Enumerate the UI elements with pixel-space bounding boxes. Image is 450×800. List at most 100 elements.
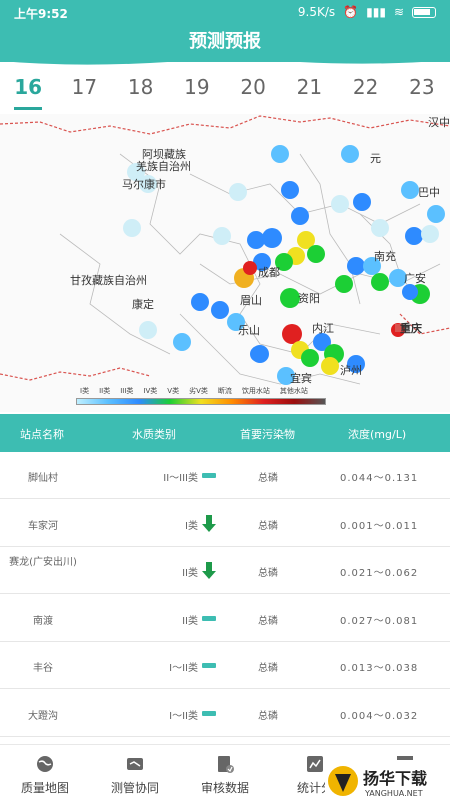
legend-color-bar (76, 398, 326, 405)
legend-label: II类 (99, 387, 111, 395)
map-label-meishan: 眉山 (240, 294, 262, 307)
legend-label: 饮用水站 (241, 387, 270, 395)
map-legend: I类 II类 III类 IV类 V类 劣V类 断流 饮用水站 其他水站 (76, 386, 376, 412)
station-name: 车家河 (28, 520, 58, 532)
map-label-maerkang: 马尔康市 (122, 178, 166, 191)
legend-label: 劣V类 (189, 387, 208, 395)
date-tab[interactable]: 21 (281, 66, 337, 114)
map-label-guangan: 广安 (404, 272, 426, 285)
table-row[interactable]: 大蹬沟 I～II类 总磷 0.004～0.032 (0, 690, 450, 737)
water-grade: I类 (185, 520, 198, 532)
concentration: 0.021～0.062 (340, 568, 419, 579)
concentration: 0.004～0.032 (340, 710, 419, 722)
primary-pollutant: 总磷 (258, 473, 278, 484)
date-tab[interactable]: 17 (56, 66, 112, 114)
primary-pollutant: 总磷 (258, 710, 278, 722)
signal-icon: ▮▮▮ (366, 5, 386, 19)
forecast-map[interactable]: 阿坝藏族 羌族自治州 马尔康市 甘孜藏族自治州 康定 成都 眉山 乐山 资阳 内… (0, 114, 450, 412)
table-row[interactable]: 南渡 II类 总磷 0.027～0.081 (0, 595, 450, 642)
map-label-kangding: 康定 (132, 298, 154, 311)
station-name: 大蹬沟 (28, 710, 58, 722)
primary-pollutant: 总磷 (258, 520, 278, 532)
watermark-logo: 扬华下载 YANGHUA.NET (325, 762, 450, 800)
handshake-icon (127, 758, 143, 770)
col-header-grade: 水质类别 (132, 428, 176, 441)
concentration: 0.013～0.038 (340, 663, 419, 674)
map-label-qiang: 羌族自治州 (136, 160, 191, 173)
map-label-ziyang: 资阳 (298, 292, 320, 305)
wifi-icon: ≋ (393, 5, 404, 19)
date-tab[interactable]: 20 (225, 66, 281, 114)
status-time: 上午9:52 (14, 7, 68, 21)
table-row[interactable]: 赛龙(广安出川) II类 总磷 0.021～0.062 (0, 547, 450, 594)
nav-label: 测管协同 (110, 781, 159, 795)
date-tab[interactable]: 23 (394, 66, 450, 114)
map-label-bazhong: 巴中 (418, 186, 440, 199)
date-tab[interactable]: 16 (0, 66, 56, 114)
station-name: 丰谷 (33, 663, 53, 674)
trend-down-icon (202, 562, 216, 579)
document-check-icon (218, 756, 234, 773)
water-grade: I～II类 (169, 710, 198, 722)
primary-pollutant: 总磷 (258, 663, 278, 674)
map-label-chengdu: 成都 (258, 266, 280, 279)
nav-review-data[interactable]: 审核数据 (180, 745, 270, 800)
map-label-chongqing: 重庆 (400, 322, 422, 335)
header-wave (0, 56, 450, 65)
legend-label: V类 (167, 387, 180, 395)
legend-label: III类 (120, 387, 134, 395)
alarm-icon: ⏰ (343, 5, 359, 19)
station-name: 赛龙(广安出川) (9, 557, 77, 568)
legend-label: I类 (80, 387, 90, 395)
trend-flat-icon (202, 615, 216, 621)
legend-label: 断流 (217, 387, 232, 395)
trend-flat-icon (202, 473, 216, 478)
map-label-luzhou: 泸州 (340, 364, 362, 377)
concentration: 0.044～0.131 (340, 473, 419, 484)
map-label-yuan: 元 (370, 152, 381, 165)
concentration: 0.001～0.011 (340, 520, 419, 532)
map-label-ganzi: 甘孜藏族自治州 (70, 274, 147, 287)
water-grade: II类 (182, 568, 198, 579)
primary-pollutant: 总磷 (258, 568, 278, 579)
map-label-hanzhong: 汉中 (428, 116, 450, 129)
net-speed: 9.5K/s (297, 5, 336, 19)
watermark-sub: YANGHUA.NET (364, 789, 423, 798)
station-name: 脚仙村 (28, 473, 58, 484)
col-header-pollutant: 首要污染物 (240, 428, 295, 441)
table-row[interactable]: 脚仙村 II～III类 总磷 0.044～0.131 (0, 452, 450, 499)
station-name: 南渡 (33, 615, 53, 627)
date-tabs: 16 17 18 19 20 21 22 23 (0, 66, 450, 114)
water-grade: II～III类 (163, 473, 198, 484)
table-row[interactable]: 车家河 I类 总磷 0.001～0.011 (0, 500, 450, 547)
col-header-conc: 浓度(mg/L) (348, 428, 407, 441)
nav-collaboration[interactable]: 测管协同 (90, 745, 180, 800)
date-tab[interactable]: 22 (338, 66, 394, 114)
water-grade: I～II类 (169, 663, 198, 674)
concentration: 0.027～0.081 (340, 615, 419, 627)
map-label-nanchong: 南充 (374, 250, 396, 263)
nav-label: 审核数据 (200, 781, 249, 795)
primary-pollutant: 总磷 (258, 615, 278, 627)
table-header: 站点名称 水质类别 首要污染物 浓度(mg/L) (0, 414, 450, 452)
legend-label: 其他水站 (279, 387, 308, 395)
status-icons: 9.5K/s ⏰ ▮▮▮ ≋ (298, 5, 436, 19)
date-tab[interactable]: 18 (113, 66, 169, 114)
trend-flat-icon (202, 710, 216, 716)
map-label-neijiang: 内江 (312, 322, 334, 335)
status-bar: 上午9:52 9.5K/s ⏰ ▮▮▮ ≋ (0, 0, 450, 26)
map-label-yibin: 宜宾 (290, 372, 312, 385)
map-label-leshan: 乐山 (238, 324, 260, 337)
water-grade: II类 (182, 615, 198, 627)
chart-icon (307, 756, 323, 772)
trend-down-icon (202, 514, 216, 532)
nav-label: 质量地图 (20, 781, 69, 795)
trend-flat-icon (202, 663, 216, 668)
table-row[interactable]: 丰谷 I～II类 总磷 0.013～0.038 (0, 642, 450, 689)
battery-icon (412, 6, 436, 18)
nav-quality-map[interactable]: 质量地图 (0, 745, 90, 800)
date-tab[interactable]: 19 (169, 66, 225, 114)
globe-icon (37, 756, 53, 772)
col-header-name: 站点名称 (20, 428, 64, 441)
watermark-main: 扬华下载 (363, 769, 427, 788)
